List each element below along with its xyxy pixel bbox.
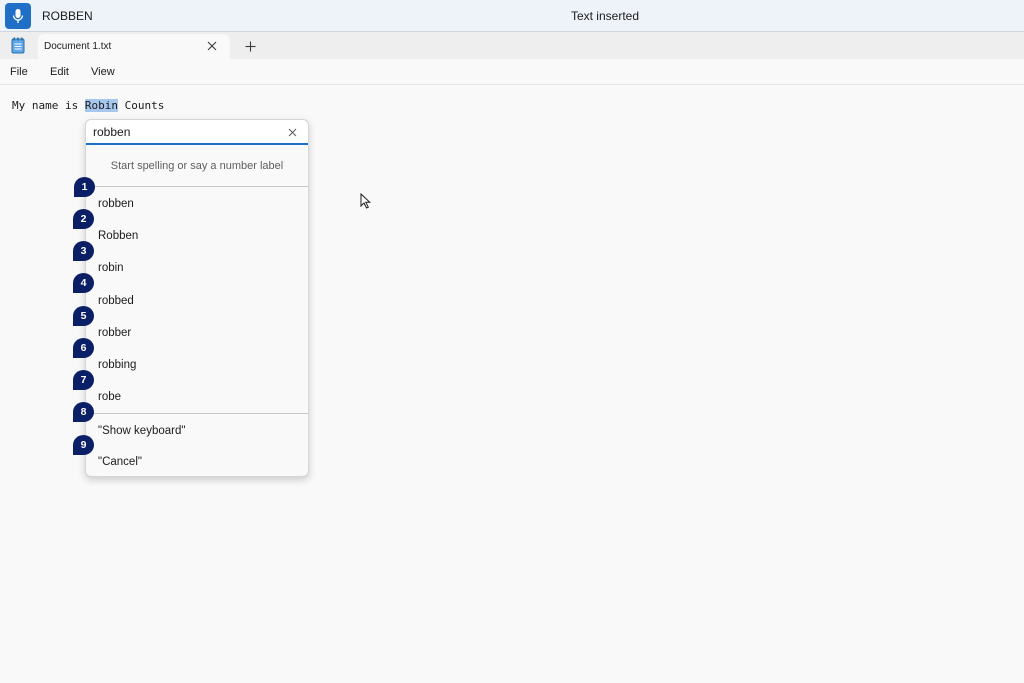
selected-text: Robin <box>84 99 118 112</box>
number-label-badge[interactable]: 4 <box>73 273 94 293</box>
suggestion-item[interactable]: robbed <box>98 295 134 307</box>
number-label-badge[interactable]: 3 <box>73 241 94 261</box>
divider <box>86 413 308 414</box>
spelling-input[interactable] <box>93 124 278 140</box>
menu-view[interactable]: View <box>91 66 115 78</box>
close-icon <box>288 128 296 136</box>
number-label-badge[interactable]: 2 <box>73 209 94 229</box>
mouse-pointer-icon <box>360 193 371 209</box>
spelling-popup: Start spelling or say a number label rob… <box>85 119 309 477</box>
spelling-search-box <box>86 120 308 145</box>
menu-bar: File Edit View <box>0 59 1024 85</box>
voice-status: Text inserted <box>570 9 640 23</box>
number-label-badge[interactable]: 9 <box>73 435 94 455</box>
number-label-badge[interactable]: 7 <box>73 370 94 390</box>
suggestion-item[interactable]: robben <box>98 198 134 210</box>
new-tab-button[interactable] <box>242 38 258 54</box>
tab-strip: Document 1.txt <box>0 32 1024 59</box>
notepad-icon <box>11 37 25 54</box>
suggestion-item[interactable]: robbing <box>98 359 136 371</box>
suggestion-item[interactable]: Robben <box>98 230 138 242</box>
divider <box>86 186 308 187</box>
command-cancel[interactable]: "Cancel" <box>98 456 142 468</box>
number-label-badge[interactable]: 1 <box>74 177 95 197</box>
editor-text-after: Counts <box>117 99 165 112</box>
voice-access-bar: ROBBEN Text inserted <box>0 0 1024 32</box>
number-label-badge[interactable]: 6 <box>73 338 94 358</box>
suggestion-item[interactable]: robin <box>98 262 124 274</box>
number-label-badge[interactable]: 5 <box>73 306 94 326</box>
menu-file[interactable]: File <box>10 66 28 78</box>
tab-document-1[interactable]: Document 1.txt <box>38 34 230 59</box>
command-show-keyboard[interactable]: "Show keyboard" <box>98 425 185 437</box>
number-label-badge[interactable]: 8 <box>73 402 94 422</box>
suggestion-item[interactable]: robe <box>98 391 121 403</box>
close-icon <box>207 41 217 51</box>
suggestion-item[interactable]: robber <box>98 327 131 339</box>
clear-input-button[interactable] <box>286 126 298 138</box>
menu-edit[interactable]: Edit <box>50 66 69 78</box>
tab-title: Document 1.txt <box>44 41 112 52</box>
text-editor[interactable]: My name is Robin Counts <box>12 99 164 112</box>
spelling-hint: Start spelling or say a number label <box>110 160 284 172</box>
plus-icon <box>245 41 255 51</box>
editor-text-before: My name is <box>12 99 85 112</box>
close-tab-button[interactable] <box>205 39 219 53</box>
